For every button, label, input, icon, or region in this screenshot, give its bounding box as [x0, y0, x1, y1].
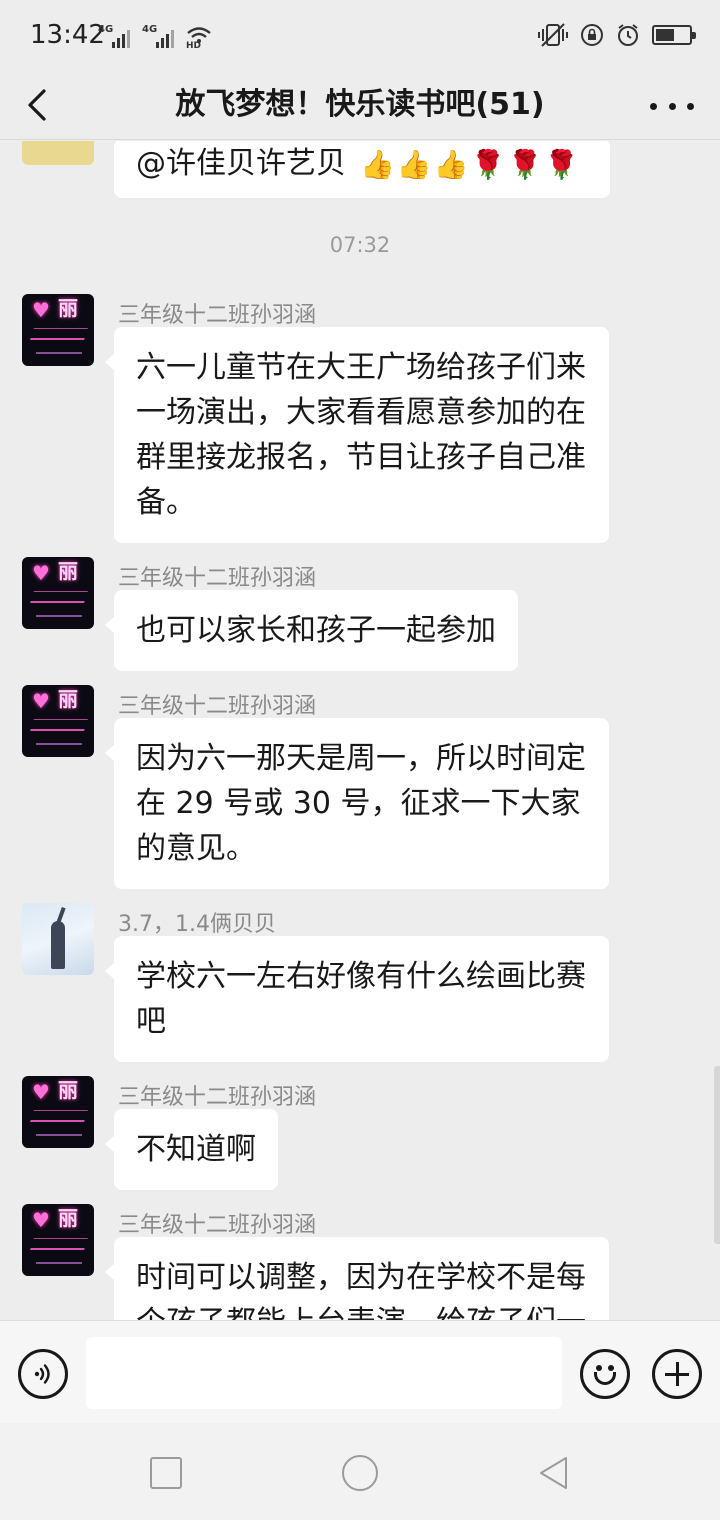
message-bubble[interactable]: 时间可以调整，因为在学校不是每个孩子都能上台表演，给孩子们一 [105, 1237, 609, 1320]
status-icons [538, 22, 696, 48]
triangle-back-icon [540, 1457, 567, 1489]
avatar[interactable] [22, 141, 94, 165]
input-bar [0, 1320, 720, 1423]
chat-title: 放飞梦想！快乐读书吧(51) [175, 87, 545, 122]
emoji-button[interactable] [580, 1349, 630, 1399]
sender-name: 3.7，1.4俩贝贝 [118, 912, 276, 937]
message-bubble[interactable]: 六一儿童节在大王广场给孩子们来一场演出，大家看看愿意参加的在群里接龙报名，节目让… [105, 327, 609, 543]
home-button[interactable] [340, 1453, 380, 1493]
message-text: 时间可以调整，因为在学校不是每个孩子都能上台表演，给孩子们一 [136, 1260, 586, 1320]
more-button[interactable] [650, 84, 694, 128]
plus-button[interactable] [652, 1349, 702, 1399]
thumbs-up-icon: 👍 [433, 147, 469, 181]
rose-icon: 🌹 [470, 147, 506, 181]
sender-name: 三年级十二班孙羽涵 [118, 566, 317, 591]
avatar[interactable]: ♥ 丽 [22, 294, 94, 366]
signal-strength-icon: 4G [142, 24, 174, 48]
thumbs-up-icon: 👍 [360, 147, 395, 181]
avatar[interactable]: ♥ 丽 [22, 685, 94, 757]
avatar[interactable]: ♥ 丽 [22, 1076, 94, 1148]
sender-name: 三年级十二班孙羽涵 [118, 694, 317, 719]
message-text: 也可以家长和孩子一起参加 [136, 613, 496, 648]
message-text: @许佳贝许艺贝 [136, 146, 346, 181]
emoji-reactions: 👍 👍 👍 🌹 🌹 🌹 [360, 147, 580, 181]
voice-button[interactable] [18, 1349, 68, 1399]
avatar[interactable]: ♥ 丽 [22, 1204, 94, 1276]
voice-icon [34, 1364, 50, 1384]
sender-name: 三年级十二班孙羽涵 [118, 303, 317, 328]
sender-name: 三年级十二班孙羽涵 [118, 1085, 317, 1110]
wifi-hd-icon: HD [186, 27, 211, 48]
message-text: 学校六一左右好像有什么绘画比赛吧 [136, 959, 586, 1039]
time-divider: 07:32 [329, 233, 391, 257]
status-bar: 13:42 4G 4G HD [0, 0, 720, 72]
message-input[interactable] [86, 1337, 562, 1409]
status-time: 13:42 [30, 20, 105, 50]
battery-icon [652, 25, 696, 45]
message-bubble[interactable]: 也可以家长和孩子一起参加 [105, 590, 518, 671]
thumbs-up-icon: 👍 [396, 147, 432, 181]
message-text: 六一儿童节在大王广场给孩子们来一场演出，大家看看愿意参加的在群里接龙报名，节目让… [136, 350, 586, 520]
system-back-button[interactable] [536, 1453, 576, 1493]
message-bubble[interactable]: @许佳贝许艺贝 👍 👍 👍 🌹 🌹 🌹 [114, 141, 610, 198]
message-text: 因为六一那天是周一，所以时间定在 29 号或 30 号，征求一下大家的意见。 [136, 741, 586, 866]
rose-icon: 🌹 [507, 147, 543, 181]
message-bubble[interactable]: 因为六一那天是周一，所以时间定在 29 号或 30 号，征求一下大家的意见。 [105, 718, 609, 889]
message-bubble[interactable]: 不知道啊 [105, 1109, 278, 1190]
system-navigation-bar [0, 1423, 720, 1520]
emoji-icon [596, 1365, 602, 1371]
signal-group: 4G 4G HD [98, 24, 220, 48]
alarm-icon [618, 24, 638, 46]
message-text: 不知道啊 [136, 1132, 256, 1167]
avatar[interactable] [22, 903, 94, 975]
sender-name: 三年级十二班孙羽涵 [118, 1213, 317, 1238]
svg-text:HD: HD [186, 41, 201, 48]
chat-message-list[interactable]: @许佳贝许艺贝 👍 👍 👍 🌹 🌹 🌹 07:32 ♥ 丽 三年级十二班孙羽涵 六… [0, 141, 720, 1320]
signal-strength-icon: 4G [98, 24, 130, 48]
recent-apps-button[interactable] [146, 1453, 186, 1493]
chat-header: 放飞梦想！快乐读书吧(51) [0, 72, 720, 140]
avatar[interactable]: ♥ 丽 [22, 557, 94, 629]
rose-icon: 🌹 [544, 147, 580, 181]
more-dots-icon [650, 102, 657, 110]
message-bubble[interactable]: 学校六一左右好像有什么绘画比赛吧 [105, 936, 609, 1062]
scrollbar[interactable] [714, 1066, 720, 1244]
rotation-lock-icon [581, 24, 603, 46]
vibrate-icon [538, 23, 568, 47]
